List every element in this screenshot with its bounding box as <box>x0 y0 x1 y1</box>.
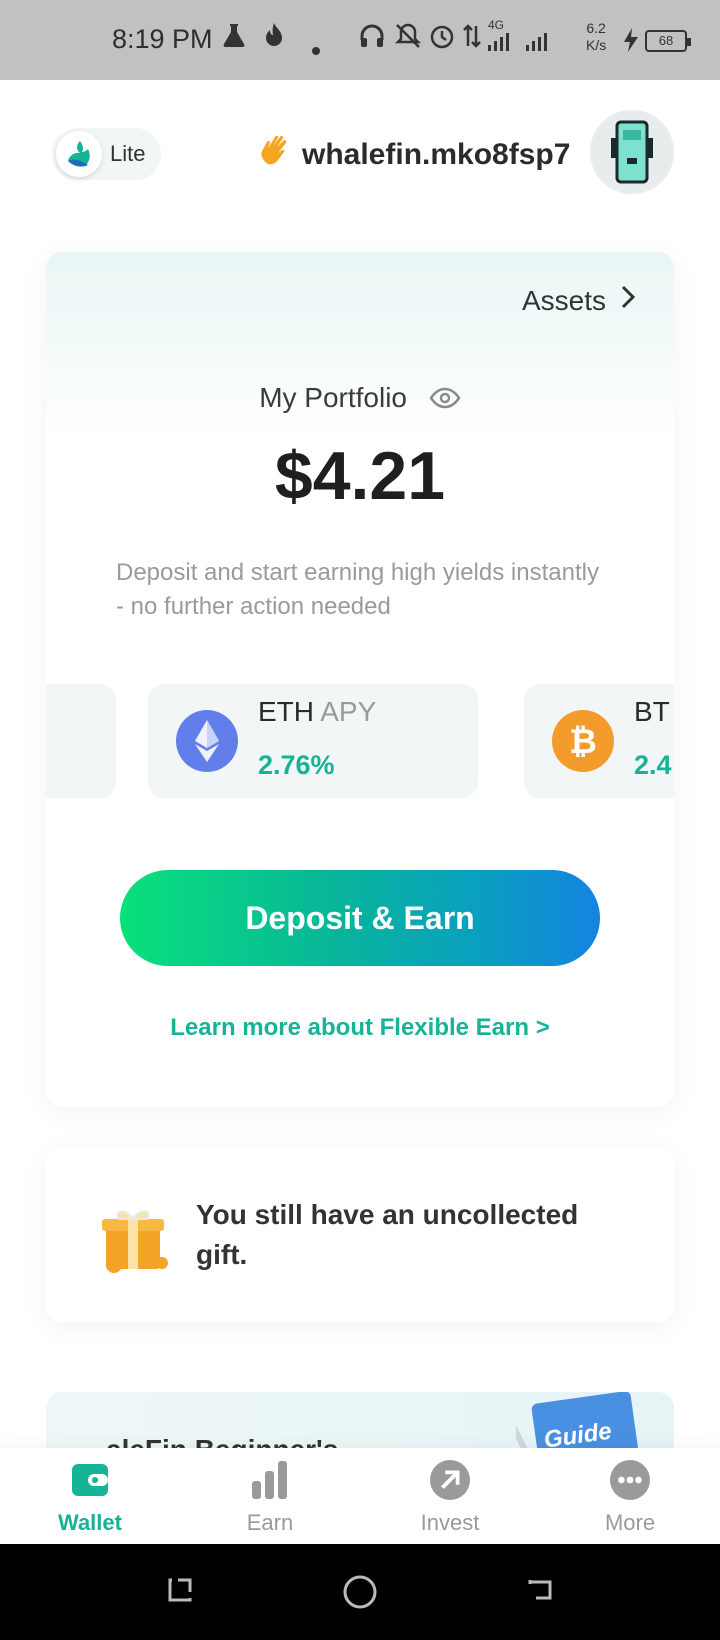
home-icon[interactable] <box>342 1574 378 1615</box>
gift-message: You still have an uncollected gift. <box>196 1199 579 1270</box>
lite-mode-toggle[interactable]: Lite <box>52 128 162 180</box>
more-dots-icon <box>610 1460 650 1500</box>
btc-icon: ₿ <box>552 710 614 772</box>
tab-label-invest: Invest <box>420 1510 480 1535</box>
network-speed: 6.2 K/s <box>586 20 607 53</box>
bottom-tab-bar: Wallet Earn Invest More <box>0 1448 720 1544</box>
flask-icon <box>222 22 246 55</box>
alarm-icon <box>428 22 456 57</box>
apy-carousel[interactable]: ETH APY 2.76% ₿ BT 2.4 <box>46 684 674 798</box>
wallet-icon <box>70 1460 110 1500</box>
assets-link[interactable]: Assets <box>522 284 636 318</box>
avatar[interactable] <box>590 110 674 194</box>
user-greeting: whalefin.mko8fsp7 <box>258 134 570 176</box>
coin-name-eth: ETH APY <box>258 696 377 727</box>
portfolio-card: Assets My Portfolio $4.21 Deposit and st… <box>46 252 674 1107</box>
arrow-up-right-icon <box>430 1460 470 1500</box>
eye-icon[interactable] <box>429 384 461 416</box>
tab-label-more: More <box>604 1510 656 1535</box>
recent-apps-icon[interactable] <box>164 1574 196 1611</box>
chevron-right-icon <box>620 284 636 318</box>
tab-earn[interactable]: Earn <box>180 1448 360 1544</box>
bell-off-icon <box>394 22 422 57</box>
tab-more[interactable]: More <box>540 1448 720 1544</box>
learn-more-link[interactable]: Learn more about Flexible Earn > <box>46 1014 674 1042</box>
coin-rate-eth: 2.76% <box>258 750 335 780</box>
waving-hand-icon <box>258 134 292 176</box>
portfolio-title: My Portfolio <box>46 382 674 416</box>
username: whalefin.mko8fsp7 <box>302 138 571 171</box>
bar-chart-icon <box>250 1460 290 1500</box>
signal-icon <box>488 30 520 58</box>
signal-icon-2 <box>526 30 558 58</box>
fire-icon <box>262 22 286 57</box>
portfolio-description: Deposit and start earning high yields in… <box>116 559 599 620</box>
portfolio-amount: $4.21 <box>274 438 446 514</box>
eth-icon <box>176 710 238 772</box>
tab-label-wallet: Wallet <box>58 1510 122 1535</box>
status-time: 8:19 PM <box>112 24 213 54</box>
deposit-earn-button[interactable]: Deposit & Earn <box>120 870 600 966</box>
headphones-icon <box>358 22 386 57</box>
coin-name-btc: BT <box>634 696 670 727</box>
tab-invest[interactable]: Invest <box>360 1448 540 1544</box>
coin-card-btc[interactable]: ₿ BT 2.4 <box>524 684 674 798</box>
gift-banner[interactable]: You still have an uncollected gift. <box>46 1147 674 1322</box>
tab-wallet[interactable]: Wallet <box>0 1448 180 1544</box>
gift-icon <box>96 1197 176 1282</box>
dot-icon <box>312 34 320 62</box>
whalefin-logo-icon <box>56 131 102 177</box>
tab-label-earn: Earn <box>246 1510 294 1535</box>
svg-text:₿: ₿ <box>569 723 597 761</box>
lite-label: Lite <box>110 141 146 166</box>
back-icon[interactable] <box>524 1574 556 1611</box>
charging-icon <box>622 28 640 59</box>
system-navigation-bar <box>0 1544 720 1640</box>
coin-card-eth[interactable]: ETH APY 2.76% <box>148 684 478 798</box>
assets-label: Assets <box>521 285 606 316</box>
coin-card-partial[interactable] <box>46 684 116 798</box>
status-bar: 8:19 PM 4G 6.2 K/s 68 <box>0 0 720 80</box>
coin-rate-btc: 2.4 <box>634 750 672 780</box>
data-transfer-icon <box>462 22 482 57</box>
battery-icon: 68 <box>645 30 691 52</box>
